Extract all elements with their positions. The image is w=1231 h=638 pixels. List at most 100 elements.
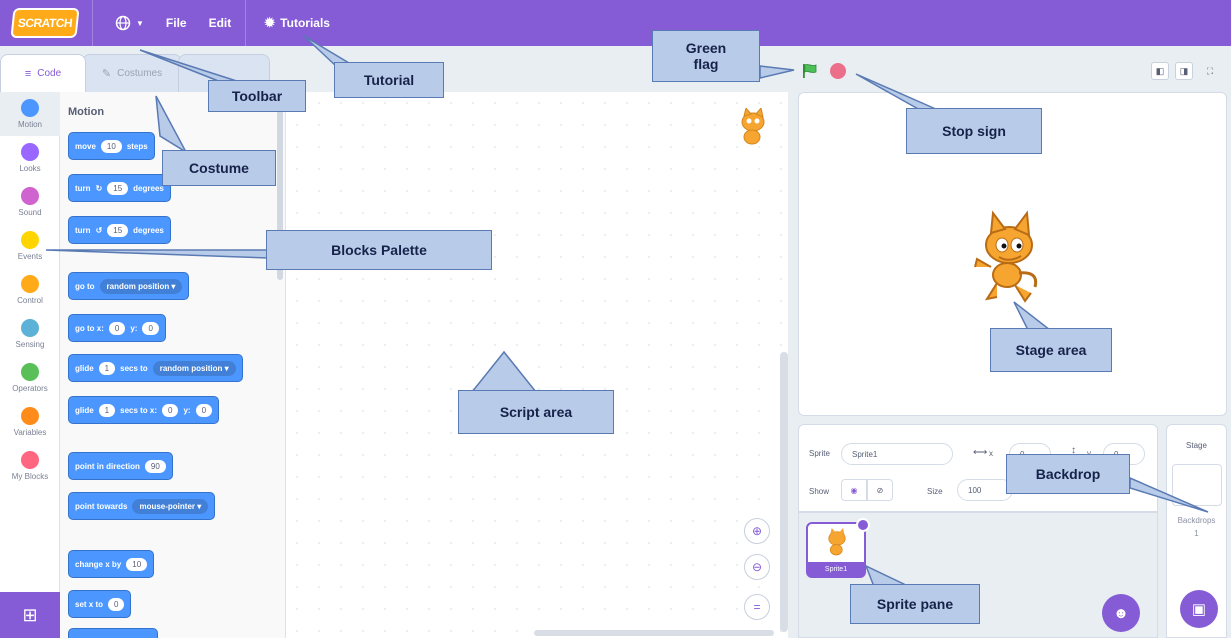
callout-tutorial: Tutorial [334, 62, 444, 98]
block-partial[interactable] [68, 628, 158, 638]
category-sound[interactable]: Sound [0, 180, 60, 224]
block-input[interactable]: 90 [144, 459, 166, 473]
globe-icon [115, 15, 131, 31]
category-color-dot [21, 187, 39, 205]
tab-costumes-label: Costumes [117, 68, 163, 79]
callout-sprite-pane: Sprite pane [850, 584, 980, 624]
block-dropdown[interactable]: random position ▾ [152, 360, 236, 376]
block-go-to-xy[interactable]: go to x: 0 y: 0 [68, 314, 166, 342]
file-menu[interactable]: File [166, 16, 187, 30]
edit-menu[interactable]: Edit [209, 16, 232, 30]
block-text: turn [75, 225, 91, 235]
block-input[interactable]: 1 [98, 403, 116, 417]
backdrop-thumbnail[interactable] [1171, 464, 1222, 506]
block-dropdown[interactable]: random position ▾ [99, 278, 183, 294]
block-text: point in direction [75, 461, 140, 471]
x-label: x [989, 449, 993, 458]
add-extension-button[interactable]: ⊞ [0, 592, 60, 638]
sprite-tile[interactable]: Sprite1 [806, 518, 870, 578]
block-text: degrees [133, 183, 164, 193]
sprite-tile-name: Sprite1 [808, 562, 864, 576]
block-go-to[interactable]: go to random position ▾ [68, 272, 190, 300]
block-input[interactable]: 0 [195, 403, 213, 417]
backdrops-count: 1 [1194, 529, 1199, 538]
category-label: Looks [19, 164, 41, 173]
category-label: Events [17, 252, 43, 261]
tab-code-label: Code [37, 68, 62, 79]
tab-code[interactable]: ≡ Code [0, 54, 86, 92]
category-looks[interactable]: Looks [0, 136, 60, 180]
script-horizontal-scrollbar[interactable] [534, 630, 774, 636]
script-area[interactable]: ⊕ ⊖ = [286, 92, 788, 638]
add-backdrop-button[interactable]: ▣ [1180, 590, 1218, 628]
block-input[interactable]: 10 [126, 557, 148, 571]
block-glide-xy[interactable]: glide 1 secs to x: 0 y: 0 [68, 396, 220, 424]
green-flag-icon[interactable] [802, 64, 818, 78]
category-my-blocks[interactable]: My Blocks [0, 444, 60, 488]
show-visible-toggle[interactable]: ◉ [841, 479, 867, 501]
zoom-reset-button[interactable]: = [744, 594, 770, 620]
block-input[interactable]: 0 [162, 403, 179, 417]
scratch-cat-sprite[interactable] [969, 207, 1049, 307]
block-move-steps[interactable]: move 10 steps [68, 132, 155, 160]
block-input[interactable]: 15 [107, 181, 129, 195]
add-sprite-button[interactable]: ☻ [1102, 594, 1140, 632]
stage-panel-title: Stage [1186, 441, 1207, 450]
category-color-dot [21, 231, 39, 249]
backdrops-label: Backdrops [1177, 516, 1216, 525]
zoom-out-button[interactable]: ⊖ [744, 554, 770, 580]
rotate-left-icon: ↺ [95, 225, 103, 235]
show-label: Show [809, 487, 830, 496]
block-text: degrees [133, 225, 164, 235]
extension-icon: ⊞ [22, 604, 38, 625]
block-set-x[interactable]: set x to 0 [68, 590, 132, 618]
category-sensing[interactable]: Sensing [0, 312, 60, 356]
sprite-thumbnail-icon [828, 528, 846, 556]
category-color-dot [21, 319, 39, 337]
block-turn-right[interactable]: turn ↻ 15 degrees [68, 174, 171, 202]
block-input[interactable]: 0 [142, 321, 159, 335]
block-point-towards[interactable]: point towards mouse-pointer ▾ [68, 492, 216, 520]
category-label: Control [17, 296, 43, 305]
sprite-name-input[interactable]: Sprite1 [841, 443, 953, 465]
tab-costumes[interactable]: ✎ Costumes [82, 54, 182, 92]
block-input[interactable]: 15 [107, 223, 129, 237]
category-events[interactable]: Events [0, 224, 60, 268]
callout-stage-area: Stage area [990, 328, 1112, 372]
delete-sprite-button[interactable] [856, 518, 870, 532]
size-input[interactable]: 100 [957, 479, 1013, 501]
block-turn-left[interactable]: turn ↺ 15 degrees [68, 216, 171, 244]
category-motion[interactable]: Motion [0, 92, 60, 136]
menu-divider [92, 0, 93, 46]
block-dropdown[interactable]: mouse-pointer ▾ [132, 498, 209, 514]
block-text: steps [126, 141, 148, 151]
category-control[interactable]: Control [0, 268, 60, 312]
category-label: Variables [13, 428, 47, 437]
large-stage-button[interactable]: ◨ [1175, 62, 1193, 80]
menu-bar: SCRATCH ▼ File Edit ✹ Tutorials [0, 0, 1231, 46]
category-operators[interactable]: Operators [0, 356, 60, 400]
category-label: Sound [18, 208, 42, 217]
category-label: Operators [12, 384, 48, 393]
zoom-in-button[interactable]: ⊕ [744, 518, 770, 544]
cat-face-icon: ☻ [1113, 604, 1129, 622]
block-glide[interactable]: glide 1 secs to random position ▾ [68, 354, 243, 382]
category-label: Motion [17, 120, 42, 129]
language-menu[interactable]: ▼ [115, 15, 144, 31]
block-text: turn [75, 183, 91, 193]
rotate-right-icon: ↻ [95, 183, 103, 193]
fullscreen-button[interactable]: ⛶ [1201, 62, 1219, 80]
show-hidden-toggle[interactable]: ⊘ [867, 479, 893, 501]
block-input[interactable]: 0 [108, 321, 126, 335]
script-vertical-scrollbar[interactable] [780, 352, 788, 632]
block-input[interactable]: 0 [108, 597, 125, 611]
tutorials-menu[interactable]: ✹ Tutorials [264, 15, 330, 31]
category-variables[interactable]: Variables [0, 400, 60, 444]
block-input[interactable]: 1 [98, 361, 116, 375]
scratch-logo[interactable]: SCRATCH [10, 8, 80, 38]
small-stage-button[interactable]: ◧ [1151, 62, 1169, 80]
stop-sign-icon[interactable] [830, 63, 846, 79]
block-input[interactable]: 10 [100, 139, 122, 153]
block-change-x[interactable]: change x by 10 [68, 550, 155, 578]
block-point-in-direction[interactable]: point in direction 90 [68, 452, 173, 480]
